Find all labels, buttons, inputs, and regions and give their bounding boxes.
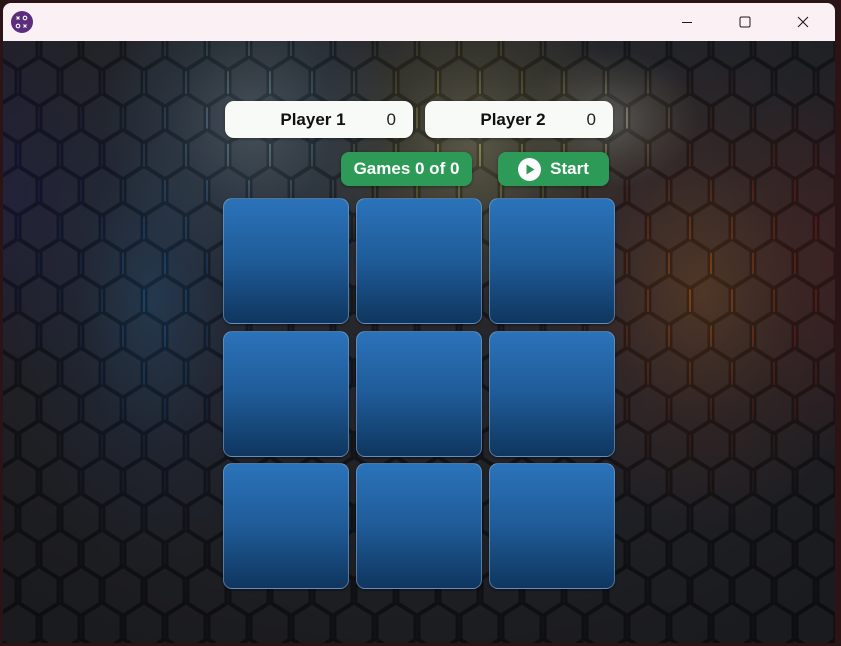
board-cell-5[interactable] — [356, 331, 482, 457]
player2-score: 0 — [586, 110, 596, 129]
board-cell-4[interactable] — [223, 331, 349, 457]
close-icon — [797, 16, 809, 28]
game-board — [223, 198, 616, 590]
board-cell-1[interactable] — [223, 198, 349, 324]
close-button[interactable] — [774, 3, 832, 41]
minimize-icon — [682, 22, 692, 23]
game-area: Player 1 0 Player 2 0 Games 0 of 0 Start — [3, 41, 835, 643]
player1-label: Player 1 — [280, 110, 346, 129]
board-cell-3[interactable] — [489, 198, 615, 324]
maximize-icon — [739, 16, 751, 28]
board-cell-2[interactable] — [356, 198, 482, 324]
player1-score: 0 — [386, 110, 396, 129]
play-icon — [518, 157, 542, 181]
xo-game-icon — [11, 11, 33, 33]
title-bar[interactable] — [3, 3, 835, 41]
maximize-button[interactable] — [716, 3, 774, 41]
start-button[interactable]: Start — [498, 152, 609, 186]
board-cell-8[interactable] — [356, 463, 482, 589]
player1-score-card: Player 1 0 — [225, 101, 413, 138]
minimize-button[interactable] — [658, 3, 716, 41]
player2-score-card: Player 2 0 — [425, 101, 613, 138]
games-counter-label: Games 0 of 0 — [353, 159, 460, 178]
player2-label: Player 2 — [480, 110, 546, 129]
board-cell-6[interactable] — [489, 331, 615, 457]
board-cell-7[interactable] — [223, 463, 349, 589]
games-counter-badge: Games 0 of 0 — [341, 152, 472, 186]
start-button-label: Start — [550, 159, 589, 178]
app-window: Player 1 0 Player 2 0 Games 0 of 0 Start — [3, 3, 835, 643]
board-cell-9[interactable] — [489, 463, 615, 589]
